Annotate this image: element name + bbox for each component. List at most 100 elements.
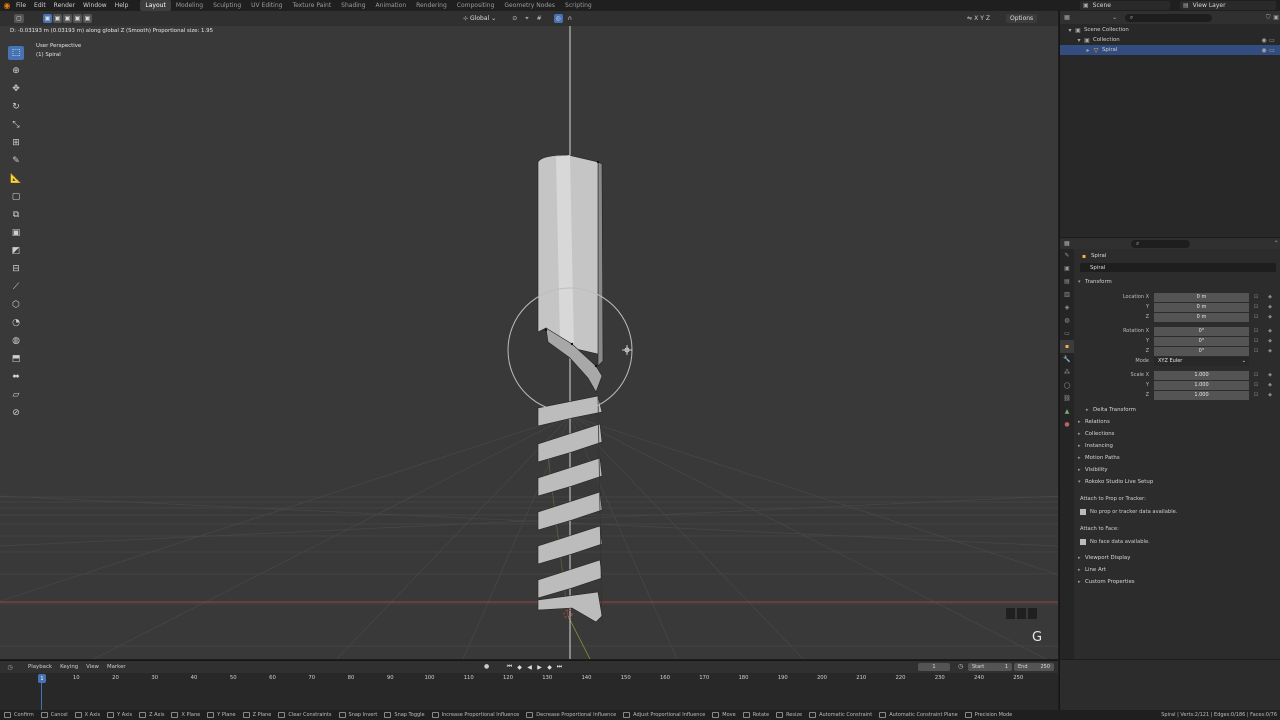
play-icon[interactable]: ▶ bbox=[535, 663, 544, 671]
view-layer-tab-icon[interactable]: ▥ bbox=[1060, 288, 1074, 301]
prev-keyframe-icon[interactable]: ◆ bbox=[515, 663, 524, 671]
panel-header-line-art[interactable]: ▸ Line Art bbox=[1074, 564, 1280, 576]
annotate-icon[interactable]: ✎ bbox=[8, 154, 24, 168]
delta-transform-header[interactable]: ▸ Delta Transform bbox=[1074, 404, 1280, 416]
jump-end-icon[interactable]: ⏭ bbox=[555, 663, 564, 671]
select-extend-icon[interactable]: ▣ bbox=[53, 14, 62, 23]
properties-search-input[interactable]: ⌕ bbox=[1130, 239, 1191, 248]
keyframe-icon[interactable]: ◆ bbox=[1263, 328, 1277, 334]
render-camera-icon[interactable]: ▭ bbox=[1268, 47, 1276, 54]
menu-render[interactable]: Render bbox=[50, 2, 79, 9]
lock-icon[interactable]: ⊡ bbox=[1249, 348, 1263, 354]
record-icon[interactable]: ● bbox=[484, 663, 489, 670]
material-tab-icon[interactable]: ● bbox=[1060, 418, 1074, 431]
start-frame-field[interactable]: Start 1 bbox=[968, 663, 1012, 671]
collapse-icon[interactable]: ⌃ bbox=[1272, 240, 1280, 247]
transform-orientation-dropdown[interactable]: ⊹ Global ⌄ bbox=[463, 15, 496, 22]
menu-help[interactable]: Help bbox=[111, 2, 133, 9]
keyframe-icon[interactable]: ◆ bbox=[1263, 372, 1277, 378]
rotation-y-field[interactable]: 0° bbox=[1154, 336, 1249, 346]
tab-sculpting[interactable]: Sculpting bbox=[208, 0, 246, 11]
collection-tab-icon[interactable]: ▭ bbox=[1060, 327, 1074, 340]
inset-icon[interactable]: ▣ bbox=[8, 226, 24, 240]
keyframe-icon[interactable]: ◆ bbox=[1263, 304, 1277, 310]
cursor-icon[interactable]: ⊕ bbox=[8, 64, 24, 78]
keyframe-icon[interactable]: ◆ bbox=[1263, 382, 1277, 388]
mirror-icon[interactable]: ⇋ bbox=[967, 15, 972, 22]
outliner-row[interactable]: ▸ ▽ Spiral ◉ ▭ bbox=[1060, 45, 1280, 55]
scene-selector[interactable]: ▣ Scene bbox=[1080, 1, 1170, 10]
object-name-field[interactable]: Spiral bbox=[1080, 263, 1276, 272]
measure-icon[interactable]: 📐 bbox=[8, 172, 24, 186]
tab-scripting[interactable]: Scripting bbox=[560, 0, 597, 11]
select-subtract-icon[interactable]: ▣ bbox=[63, 14, 72, 23]
rotation-x-field[interactable]: 0° bbox=[1154, 326, 1249, 336]
particles-tab-icon[interactable]: ⁂ bbox=[1060, 366, 1074, 379]
panel-header-relations[interactable]: ▸ Relations bbox=[1074, 416, 1280, 428]
filter-mode-icon[interactable]: ⌄ bbox=[1111, 14, 1119, 21]
panel-header-viewport-display[interactable]: ▸ Viewport Display bbox=[1074, 552, 1280, 564]
keyframe-icon[interactable]: ◆ bbox=[1263, 294, 1277, 300]
chevron-down-icon[interactable]: ▾ bbox=[1075, 37, 1083, 44]
jump-start-icon[interactable]: ⏮ bbox=[505, 663, 514, 671]
tab-animation[interactable]: Animation bbox=[371, 0, 412, 11]
visibility-eye-icon[interactable]: ◉ bbox=[1260, 47, 1268, 54]
panel-header-visibility[interactable]: ▸ Visibility bbox=[1074, 464, 1280, 476]
outliner-search-input[interactable]: ⌕ bbox=[1124, 13, 1213, 22]
axis-x-toggle[interactable]: X bbox=[974, 15, 978, 22]
constraints-tab-icon[interactable]: ⛓ bbox=[1060, 392, 1074, 405]
tab-geometry-nodes[interactable]: Geometry Nodes bbox=[499, 0, 560, 11]
axis-z-toggle[interactable]: Z bbox=[986, 15, 990, 22]
modifier-tab-icon[interactable]: 🔧 bbox=[1060, 353, 1074, 366]
pivot-icon[interactable]: ⊙ bbox=[512, 15, 517, 22]
edge-slide-icon[interactable]: ⬒ bbox=[8, 352, 24, 366]
lock-icon[interactable]: ⊡ bbox=[1249, 314, 1263, 320]
tab-rendering[interactable]: Rendering bbox=[411, 0, 452, 11]
loop-cut-icon[interactable]: ⊟ bbox=[8, 262, 24, 276]
lock-icon[interactable]: ⊡ bbox=[1249, 372, 1263, 378]
editor-type-icon[interactable]: ▦ bbox=[1063, 240, 1071, 247]
menu-window[interactable]: Window bbox=[79, 2, 111, 9]
3d-viewport[interactable]: ▢ ▣ ▣ ▣ ▣ ▣ ⊹ Global ⌄ ⊙ ⌖ # ◎ ∩ ⇋ X Y Z… bbox=[0, 11, 1058, 659]
smooth-icon[interactable]: ◍ bbox=[8, 334, 24, 348]
editor-type-icon[interactable]: ▢ bbox=[14, 14, 24, 23]
next-keyframe-icon[interactable]: ◆ bbox=[545, 663, 554, 671]
new-collection-icon[interactable]: ▣ bbox=[1272, 14, 1280, 21]
panel-header-motion-paths[interactable]: ▸ Motion Paths bbox=[1074, 452, 1280, 464]
rotation-z-field[interactable]: 0° bbox=[1154, 346, 1249, 356]
lock-icon[interactable]: ⊡ bbox=[1249, 304, 1263, 310]
render-camera-icon[interactable]: ▭ bbox=[1268, 37, 1276, 44]
menu-file[interactable]: File bbox=[12, 2, 30, 9]
play-reverse-icon[interactable]: ◀ bbox=[525, 663, 534, 671]
tool-tab-icon[interactable]: ✎ bbox=[1060, 249, 1074, 262]
render-tab-icon[interactable]: ▣ bbox=[1060, 262, 1074, 275]
data-tab-icon[interactable]: ▲ bbox=[1060, 405, 1074, 418]
playhead[interactable]: 1 bbox=[38, 674, 46, 683]
rotate-icon[interactable]: ↻ bbox=[8, 100, 24, 114]
rotation-mode-dropdown[interactable]: XYZ Euler ⌄ bbox=[1154, 356, 1249, 366]
lock-icon[interactable]: ⊡ bbox=[1249, 294, 1263, 300]
lock-icon[interactable]: ⊡ bbox=[1249, 392, 1263, 398]
snap-icon[interactable]: ⌖ bbox=[525, 15, 528, 23]
end-frame-field[interactable]: End 250 bbox=[1014, 663, 1054, 671]
tab-layout[interactable]: Layout bbox=[140, 0, 171, 11]
scale-y-field[interactable]: 1.000 bbox=[1154, 380, 1249, 390]
knife-icon[interactable]: ⟋ bbox=[8, 280, 24, 294]
lock-icon[interactable]: ⊡ bbox=[1249, 382, 1263, 388]
chevron-down-icon[interactable]: ▾ bbox=[1066, 27, 1074, 34]
current-frame-field[interactable]: 1 bbox=[918, 663, 950, 671]
view-layer-selector[interactable]: ▤ View Layer bbox=[1180, 1, 1276, 10]
editor-type-icon[interactable]: ▦ bbox=[1063, 14, 1071, 21]
spin-icon[interactable]: ◔ bbox=[8, 316, 24, 330]
menu-edit[interactable]: Edit bbox=[30, 2, 50, 9]
rokoko-panel-header[interactable]: ▾ Rokoko Studio Live Setup bbox=[1074, 476, 1280, 488]
outliner-row[interactable]: ▾ ▣ Scene Collection bbox=[1060, 25, 1280, 35]
panel-header-collections[interactable]: ▸ Collections bbox=[1074, 428, 1280, 440]
keyframe-icon[interactable]: ◆ bbox=[1263, 314, 1277, 320]
filter-icon[interactable]: ⛉ bbox=[1264, 14, 1272, 22]
shrink-fatten-icon[interactable]: ⬌ bbox=[8, 370, 24, 384]
select-intersect-icon[interactable]: ▣ bbox=[83, 14, 92, 23]
scale-x-field[interactable]: 1.000 bbox=[1154, 370, 1249, 380]
scene-tab-icon[interactable]: ◈ bbox=[1060, 301, 1074, 314]
select-box-icon[interactable]: ⬚ bbox=[8, 46, 24, 60]
